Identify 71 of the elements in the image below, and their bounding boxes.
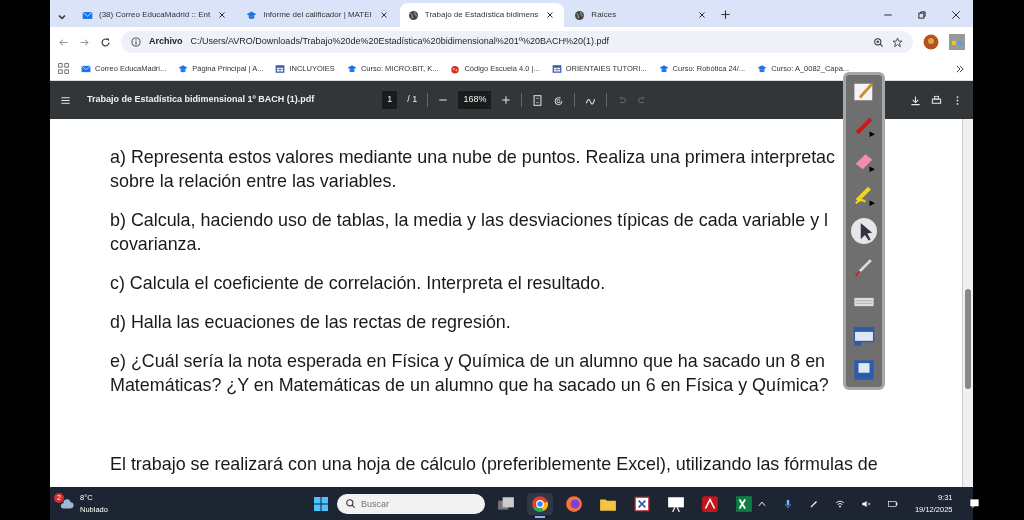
address-bar[interactable]: Archivo C:/Users/AVRO/Downloads/Trabajo%20de%20Estadística%20bidimensional%201º%20BACH%20(1).pdf — [121, 31, 913, 53]
close-icon[interactable] — [218, 11, 227, 20]
speaker-muted-icon[interactable] — [860, 498, 871, 509]
mail-icon — [81, 63, 91, 74]
monitor-icon[interactable] — [853, 359, 875, 381]
battery-icon[interactable] — [886, 498, 899, 509]
new-tab-icon[interactable] — [720, 9, 732, 20]
graduation-cap-icon — [178, 63, 189, 74]
page-number-field[interactable]: 1 — [382, 91, 398, 109]
graduation-cap-icon — [658, 63, 669, 74]
notification-icon[interactable] — [968, 498, 980, 509]
download-icon[interactable] — [910, 94, 921, 106]
task-view-icon[interactable] — [496, 494, 515, 513]
restore-icon[interactable] — [917, 10, 927, 20]
apps-grid-icon[interactable] — [58, 63, 69, 74]
excel-icon[interactable] — [734, 494, 753, 513]
close-icon[interactable] — [379, 11, 388, 20]
more-bookmarks-icon[interactable] — [955, 63, 965, 74]
close-icon[interactable] — [698, 11, 707, 20]
globe-icon — [574, 9, 586, 21]
paragraph: c) Calcula el coeficiente de correlación. Interpreta el resultado. — [110, 272, 606, 295]
graduation-cap-icon — [246, 9, 258, 21]
start-icon[interactable] — [312, 495, 329, 512]
zoom-icon[interactable] — [873, 36, 884, 48]
browser-tab[interactable]: Raíces — [566, 3, 717, 27]
ladybug-icon — [450, 63, 461, 74]
star-icon[interactable] — [892, 36, 903, 48]
back-icon[interactable] — [58, 36, 69, 48]
menu-icon[interactable] — [60, 94, 71, 106]
calendar-icon — [275, 63, 286, 74]
pen-icon[interactable] — [808, 498, 819, 509]
screen-capture-icon[interactable] — [853, 324, 875, 347]
page-total: / 1 — [407, 93, 418, 107]
whiteboard-icon[interactable] — [666, 494, 685, 513]
close-icon[interactable] — [951, 10, 961, 20]
forward-icon[interactable] — [79, 36, 90, 48]
zoom-in-icon[interactable] — [501, 95, 512, 105]
search-icon — [344, 498, 356, 509]
pen-and-paper-icon[interactable] — [853, 81, 875, 103]
mail-icon — [82, 9, 93, 21]
fit-page-icon[interactable] — [532, 94, 544, 106]
reload-icon[interactable] — [100, 36, 111, 48]
profile-avatar-icon[interactable] — [923, 34, 939, 50]
cloud-icon — [58, 496, 76, 511]
paragraph: El trabajo se realizará con una hoja de cálculo (preferiblemente Excel), utilizando las fórmulas de — [110, 453, 878, 476]
paragraph: e) ¿Cuál sería la nota esperada en Física y Química de un alumno que ha sacado un 8 en Matemáticas? ¿Y en Matemáticas de un alumno que ha sacado un 6 en Física y Química? — [110, 350, 829, 397]
print-icon[interactable] — [931, 94, 942, 106]
wifi-icon[interactable] — [834, 498, 845, 509]
chrome-icon[interactable] — [530, 494, 549, 513]
browser-tab[interactable]: Informe del calificador | MATEI — [238, 3, 398, 27]
acrobat-icon[interactable] — [700, 494, 719, 513]
firefox-icon[interactable] — [564, 494, 583, 513]
paragraph: b) Calcula, haciendo uso de tablas, la media y las desviaciones típicas de cada variable y l covarianza. — [110, 209, 829, 256]
globe-icon — [407, 9, 419, 21]
calendar-icon — [551, 63, 562, 74]
zoom-field[interactable]: 168% — [458, 91, 492, 109]
paragraph: d) Halla las ecuaciones de las rectas de regresión. — [110, 311, 511, 334]
browser-tab[interactable]: Trabajo de Estadística bidimens — [399, 3, 565, 27]
microphone-icon[interactable] — [782, 498, 793, 509]
paragraph: a) Representa estos valores mediante una nube de puntos. Realiza una primera interpretac sobre la relación entre las variables. — [110, 146, 835, 193]
side-panel-icon[interactable] — [949, 31, 965, 53]
rotate-icon[interactable] — [553, 94, 565, 106]
browser-tab[interactable]: (38) Correo EducaMadrid :: Ent — [74, 3, 237, 27]
info-icon — [131, 37, 141, 47]
scrollbar[interactable] — [962, 119, 973, 487]
graduation-cap-icon — [346, 63, 357, 74]
document-title: Trabajo de Estadística bidimensional 1º BACH (1).pdf — [87, 93, 315, 107]
graduation-cap-icon — [757, 63, 768, 74]
search-field[interactable]: Buscar — [336, 493, 485, 514]
scrollbar-thumb[interactable] — [965, 289, 971, 389]
close-icon[interactable] — [546, 11, 555, 20]
